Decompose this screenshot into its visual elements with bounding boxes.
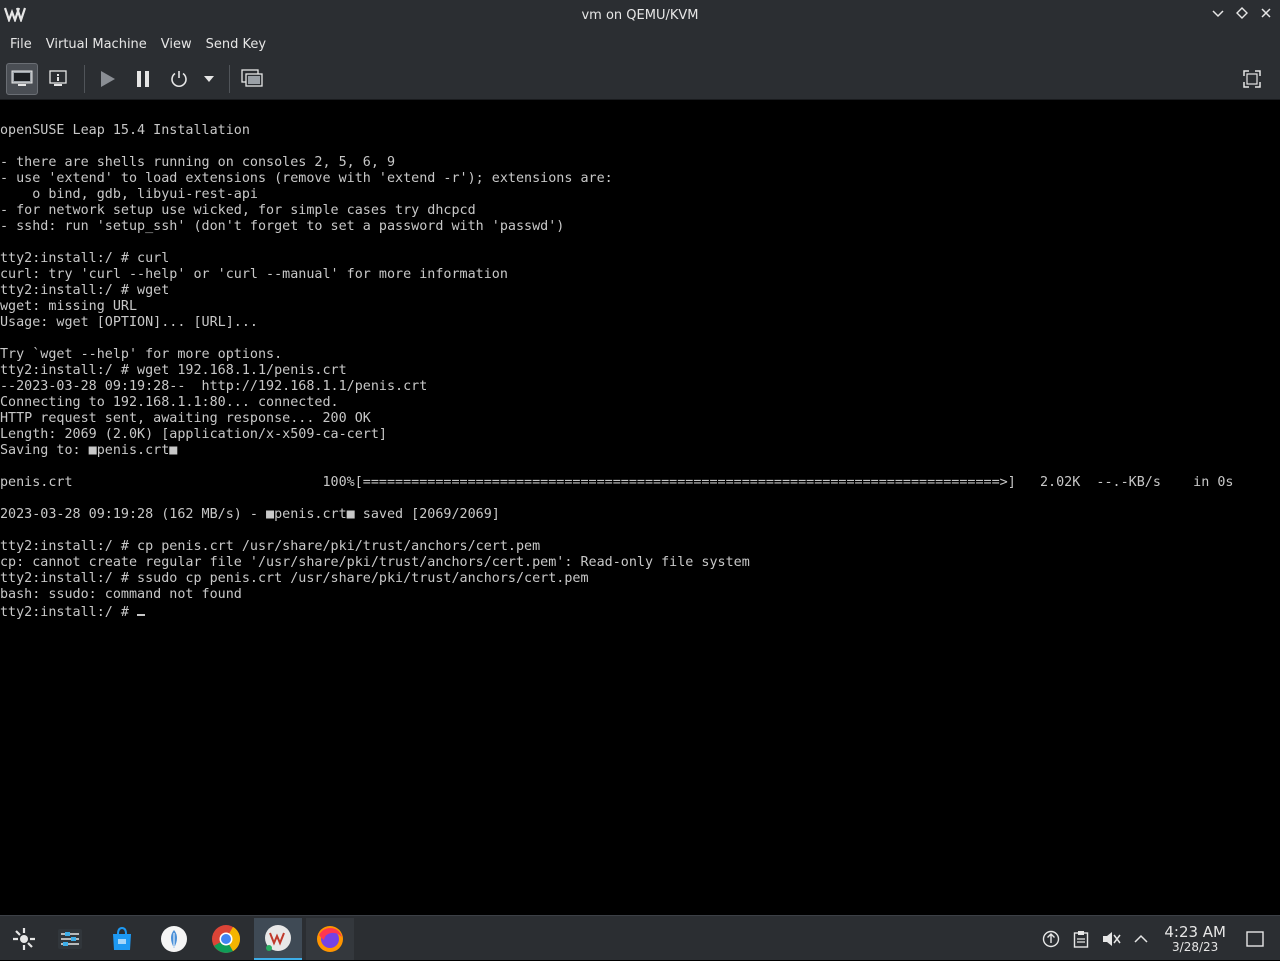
desktop-icon [1246,930,1264,947]
updates-tray-button[interactable] [1038,926,1064,952]
console-line: HTTP request sent, awaiting response... … [0,411,371,426]
shutdown-button[interactable] [163,63,195,95]
console-line: - there are shells running on consoles 2… [0,155,396,170]
virt-manager-logo-icon [3,6,27,24]
volume-muted-icon [1103,931,1121,946]
info-icon [49,69,67,86]
text-cursor [137,603,146,616]
toolbar-separator [84,64,85,93]
console-line: - sshd: run 'setup_ssh' (don't forget to… [0,219,565,234]
console-line: Length: 2069 (2.0K) [application/x-x509-… [0,427,387,442]
chrome-button[interactable] [202,918,250,960]
console-line: Try `wget --help' for more options. [0,347,283,362]
clipboard-icon [1074,930,1089,948]
console-line: cp: cannot create regular file '/usr/sha… [0,555,750,570]
console-line: - for network setup use wicked, for simp… [0,203,476,218]
tray-expand-button[interactable] [1128,926,1154,952]
diamond-icon [1236,7,1248,19]
firefox-task-button[interactable] [306,918,354,960]
fullscreen-button[interactable] [1236,63,1268,95]
power-icon [171,70,187,87]
pause-icon [137,70,149,87]
vm-console[interactable]: openSUSE Leap 15.4 Installation - there a… [0,101,1280,915]
console-line: Saving to: ■penis.crt■ [0,443,178,458]
console-line: tty2:install:/ # wget [0,283,170,298]
window-titlebar: vm on QEMU/KVM [0,0,1280,30]
console-line: curl: try 'curl --help' or 'curl --manua… [0,267,508,282]
console-line: bash: ssudo: command not found [0,587,242,602]
system-tray: 4:23 AM 3/28/23 [1036,916,1280,961]
console-line: wget: missing URL [0,299,138,314]
chevron-down-icon [204,75,214,82]
discover-store-button[interactable] [98,918,146,960]
pause-button[interactable] [127,63,159,95]
virt-manager-task-button[interactable] [254,918,302,960]
clock-date: 3/28/23 [1172,939,1219,954]
console-line: Connecting to 192.168.1.1:80... connecte… [0,395,339,410]
maximize-button[interactable] [1232,4,1252,26]
virt-manager-icon [265,925,291,951]
console-line: penis.crt 100%[=========================… [0,475,1234,490]
task-manager-button[interactable] [46,918,94,960]
console-view-button[interactable] [6,62,38,95]
app-circle-button[interactable] [150,918,198,960]
console-line: openSUSE Leap 15.4 Installation [0,123,250,138]
firefox-icon [317,926,343,952]
console-line: tty2:install:/ # ssudo cp penis.crt /usr… [0,571,589,586]
console-line: Usage: wget [OPTION]... [URL]... [0,315,258,330]
menu-virtual-machine[interactable]: Virtual Machine [40,37,153,52]
close-icon [1261,8,1271,18]
console-line: tty2:install:/ # curl [0,251,170,266]
monitor-icon [11,70,33,86]
fullscreen-icon [1243,70,1261,88]
console-prompt-line: tty2:install:/ # [0,603,1280,620]
menu-file[interactable]: File [4,37,38,52]
launcher-icon [13,928,35,950]
console-line: --2023-03-28 09:19:28-- http://192.168.1… [0,379,428,394]
run-button[interactable] [91,63,123,95]
taskbar: 4:23 AM 3/28/23 [0,915,1280,960]
clock-time: 4:23 AM [1164,922,1226,941]
console-line: tty2:install:/ # wget 192.168.1.1/penis.… [0,363,347,378]
chrome-icon [212,925,240,953]
window-title: vm on QEMU/KVM [581,7,699,23]
screens-icon [241,68,263,87]
app-launcher-button[interactable] [0,918,48,960]
toolbar [0,58,1280,100]
details-view-button[interactable] [42,63,74,95]
menu-view[interactable]: View [155,37,198,52]
chevron-up-icon [1134,934,1148,943]
show-desktop-button[interactable] [1242,926,1268,952]
update-icon [1043,930,1060,947]
bag-icon [113,926,131,950]
clock[interactable]: 4:23 AM 3/28/23 [1164,924,1226,954]
toolbar-separator [229,64,230,93]
clipboard-tray-button[interactable] [1068,926,1094,952]
close-button[interactable] [1256,4,1276,26]
console-line: 2023-03-28 09:19:28 (162 MB/s) - ■penis.… [0,507,500,522]
console-line: o bind, gdb, libyui-rest-api [0,187,258,202]
play-icon [101,70,115,87]
console-prompt: tty2:install:/ # [0,605,138,620]
shutdown-menu-button[interactable] [199,63,219,95]
console-line: tty2:install:/ # cp penis.crt /usr/share… [0,539,541,554]
menu-bar: File Virtual Machine View Send Key [0,30,1280,58]
snapshots-button[interactable] [236,63,268,95]
leaf-icon [161,926,187,952]
sliders-icon [58,929,82,949]
chevron-down-icon [1212,10,1224,18]
menu-send-key[interactable]: Send Key [200,37,272,52]
console-line: - use 'extend' to load extensions (remov… [0,171,613,186]
volume-tray-button[interactable] [1098,926,1124,952]
minimize-button[interactable] [1208,4,1228,26]
